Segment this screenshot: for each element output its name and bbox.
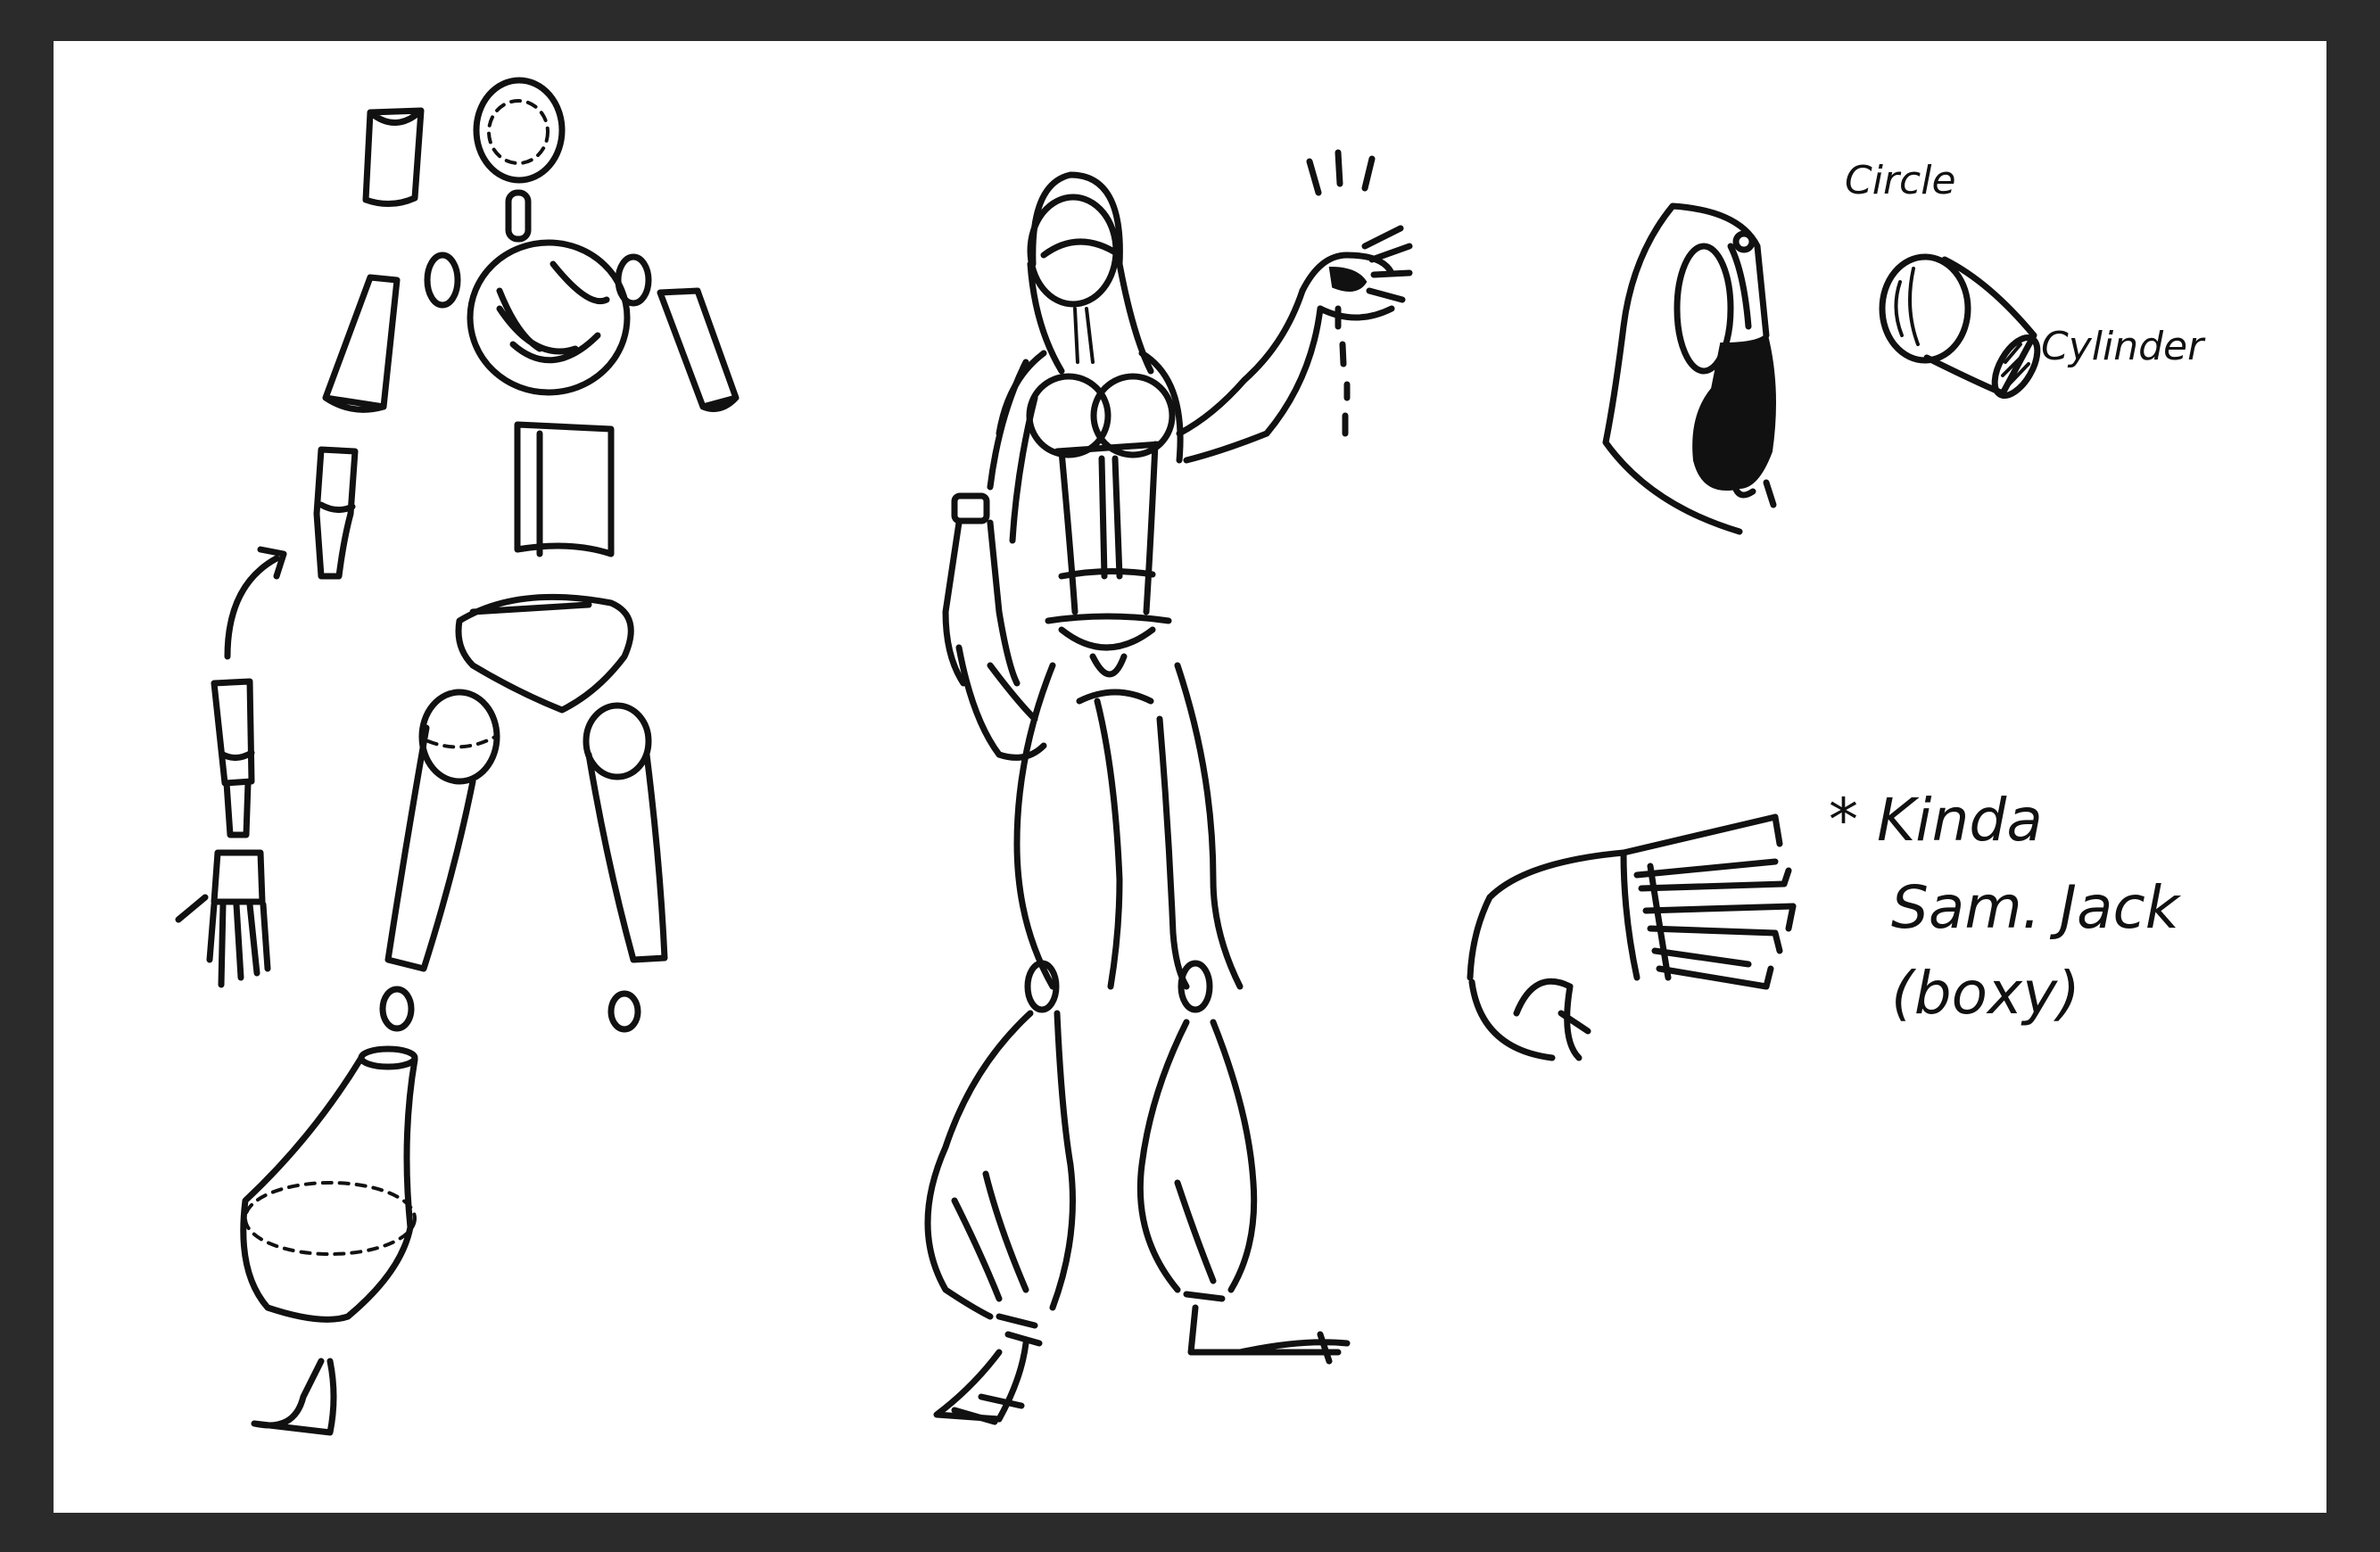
exploded-mannequin	[175, 77, 740, 1436]
hand-study	[1467, 813, 1797, 1061]
circle-label: Circle	[1845, 158, 1956, 203]
standing-figure	[924, 149, 1413, 1425]
circle-cylinder-study	[1879, 253, 2041, 399]
kinda-note-line-1: * Kinda	[1829, 786, 2043, 854]
sketch-drawing	[175, 77, 2041, 1436]
drawing-canvas: Circle Cylinder * Kinda Sam. Jack (boxy)	[54, 41, 2326, 1513]
hooded-head-study	[1602, 202, 1777, 535]
kinda-note-line-2: Sam. Jack	[1891, 873, 2180, 942]
kinda-note-line-3: (boxy)	[1891, 959, 2080, 1028]
cylinder-label: Cylinder	[2041, 324, 2204, 369]
